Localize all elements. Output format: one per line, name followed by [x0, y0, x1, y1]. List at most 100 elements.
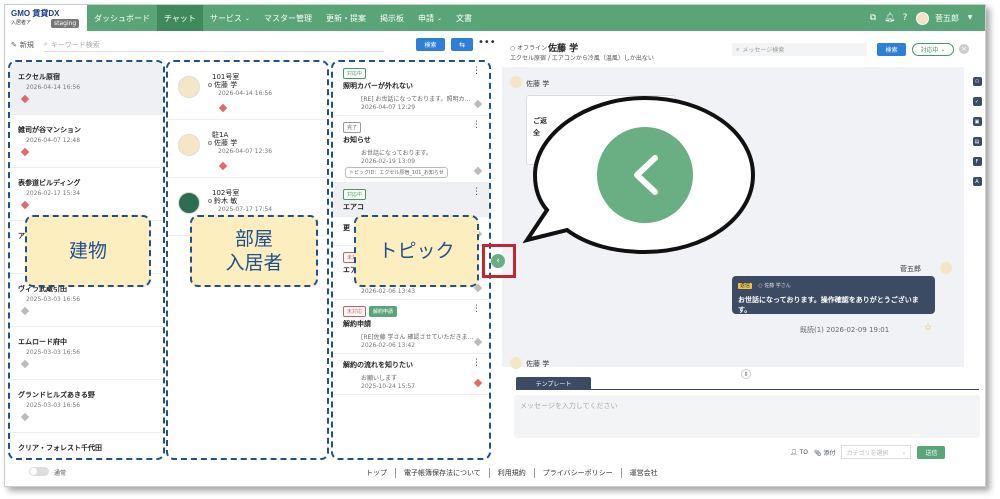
avatar — [510, 357, 522, 369]
flag-icon — [20, 306, 30, 316]
flag-icon — [218, 161, 228, 171]
room-item[interactable]: 101号室 佐藤 学 2026-04-14 16:56 — [168, 62, 327, 120]
building-item[interactable]: 表参道ビルディング 2026-02-17 15:34 — [10, 168, 163, 221]
building-item[interactable]: 雑司が谷マンション 2026-04-07 12:48 — [10, 115, 163, 168]
nav-item-3[interactable]: マスター管理 — [257, 5, 319, 31]
topic-item[interactable]: 完了 お知らせ お世話になっております。 2026-02-19 13:09 トピックID… — [333, 116, 489, 183]
resident-name: 佐藤 学 — [208, 138, 237, 148]
footer-link[interactable]: 利用規約 — [488, 468, 534, 478]
nav-item-5[interactable]: 掲示板 — [373, 5, 411, 31]
room-item[interactable]: 駐1A 佐藤 学 2026-04-07 12:36 — [168, 120, 327, 178]
send-button[interactable]: 送信 — [917, 445, 946, 459]
flag-icon — [20, 412, 30, 422]
kebab-menu-icon[interactable]: ⋮ — [472, 66, 481, 76]
building-name: グランドヒルズあきる野 — [18, 391, 95, 399]
topic-date: 2026-02-19 13:09 — [361, 158, 416, 165]
nav-item-7[interactable]: 文書 — [449, 5, 479, 31]
topic-item[interactable]: 対応中エアコ ⋮ — [333, 183, 489, 217]
kebab-menu-icon[interactable]: ⋮ — [472, 187, 481, 197]
filter-button[interactable]: ⇆ — [451, 38, 473, 51]
topic-preview: お願いします — [361, 375, 398, 382]
users-icon[interactable]: ⚇ — [972, 77, 982, 86]
ai-icon[interactable]: A — [972, 177, 982, 186]
building-item[interactable]: エクセル原宿 2026-04-14 16:56 — [10, 62, 163, 115]
kebab-menu-icon[interactable]: ⋮ — [472, 358, 481, 368]
topic-item[interactable]: 解約の流れを知りたい お願いします 2025-10-24 15:57 ⋮ — [333, 354, 489, 395]
keyword-search-input[interactable]: ⌕ キーワード検索 — [43, 39, 384, 52]
more-icon[interactable]: ••• — [478, 37, 496, 48]
nav-item-4[interactable]: 更新・提案 — [319, 5, 373, 31]
footer-link[interactable]: 運営会社 — [620, 468, 666, 478]
new-button[interactable]: ✎ 新規 — [11, 40, 34, 50]
nav-item-label: 申請 — [417, 13, 434, 23]
footer-link[interactable]: 電子帳簿保存法について — [395, 468, 489, 478]
window-icon[interactable]: ⧉ — [868, 13, 878, 23]
keyword-search-placeholder: キーワード検索 — [50, 40, 100, 49]
user-name[interactable]: 菅五郎 — [935, 13, 959, 24]
status-badge: 対応中 — [343, 189, 367, 200]
category-select[interactable]: カテゴリを選択 ⌄ — [841, 445, 912, 459]
mention-to-button[interactable]: 👤︎ TO — [790, 449, 808, 456]
divider — [516, 389, 979, 390]
checkbox-icon[interactable]: ✓ — [972, 97, 982, 106]
topic-date: 2026-04-07 12:29 — [361, 104, 416, 111]
footer-link[interactable]: トップ — [358, 468, 395, 478]
chevron-down-icon[interactable]: ▼ — [965, 13, 975, 23]
topic-title: 解約申請 — [343, 320, 371, 328]
message-search-input[interactable]: ⌕ メッセージ検索 — [732, 43, 867, 56]
topic-item[interactable]: 対応中 照明カバーが外れない [RE] お世話になっております。照明カ… 2026-0… — [333, 62, 489, 116]
bell-icon[interactable]: 🔔︎ — [884, 13, 895, 23]
logo[interactable]: GMO 賃貸DX 入居者ア staging — [5, 5, 87, 31]
footer-link[interactable]: プライバシーポリシー — [533, 468, 621, 478]
contact-card-icon[interactable]: ▣ — [972, 117, 982, 126]
resize-handle-icon[interactable]: ⇕ — [741, 369, 751, 379]
topic-title: エアコ — [343, 203, 364, 211]
status-select[interactable]: 対応中 ⌄ — [912, 43, 954, 56]
chevron-down-icon: ⌄ — [436, 14, 442, 22]
document-icon[interactable]: ▤ — [972, 137, 982, 146]
building-name: 雑司が谷マンション — [18, 126, 81, 134]
message-sender: 佐藤 学 — [526, 360, 550, 368]
flag-icon — [20, 359, 30, 369]
collapse-panel-button[interactable]: ‹ — [491, 254, 505, 268]
faq-icon[interactable]: F — [972, 157, 982, 166]
nav-item-2[interactable]: サービス ⌄ — [203, 5, 257, 31]
nav-item-1[interactable]: チャット — [157, 5, 203, 31]
resident-name: 佐藤 学 — [208, 80, 237, 90]
mode-toggle[interactable] — [29, 467, 49, 476]
callout-circle — [597, 127, 693, 223]
status-badge: 完了 — [343, 122, 362, 133]
annotation-rooms: 部屋 入居者 — [190, 215, 318, 287]
message-text: お世話になっております。操作確認をありがとうございます。 — [738, 296, 919, 314]
nav-item-0[interactable]: ダッシュボード — [87, 5, 157, 31]
help-icon[interactable]: ? — [900, 13, 910, 23]
topic-item[interactable]: 未対応 解約申請 解約申請 [RE]佐藤 学さん 確認させていただきま… 2026-02… — [333, 300, 489, 354]
attach-button[interactable]: 📎︎ 添付 — [814, 448, 836, 457]
user-avatar[interactable] — [916, 11, 929, 25]
kebab-menu-icon[interactable]: ⋮ — [472, 304, 481, 314]
avatar — [510, 76, 522, 88]
building-item[interactable]: グランドヒルズあきる野 2025-03-03 16:56 — [10, 380, 163, 433]
nav-item-6[interactable]: 申請 ⌄ — [411, 5, 449, 31]
presence-dot — [208, 141, 212, 145]
template-tab[interactable]: テンプレート — [516, 377, 591, 389]
star-icon[interactable]: ☆ — [924, 323, 932, 333]
top-nav: GMO 賃貸DX 入居者ア staging ダッシュボード チャット サービス ⌄ マス… — [5, 5, 985, 31]
search-button[interactable]: 検索 — [416, 38, 445, 51]
building-date: 2025-03-03 16:56 — [26, 349, 81, 356]
nav-item-label: 掲示板 — [379, 13, 404, 23]
building-date: 2026-04-07 12:48 — [26, 137, 81, 144]
topic-tags: 未対応 解約申請 — [343, 306, 489, 317]
edit-icon: ✎ — [11, 41, 17, 49]
message-search-button[interactable]: 検索 — [877, 43, 906, 56]
message-input[interactable]: メッセージを入力してください — [514, 395, 980, 438]
kebab-menu-icon[interactable]: ⋮ — [472, 120, 481, 130]
presence-status: ○ オフライン — [510, 45, 548, 52]
close-icon[interactable]: × — [959, 44, 969, 54]
app-window: GMO 賃貸DX 入居者ア staging ダッシュボード チャット サービス ⌄ マス… — [4, 4, 986, 487]
room-date: 2026-04-14 16:56 — [218, 90, 273, 97]
building-item[interactable]: エムロード府中 2025-03-03 16:56 — [10, 327, 163, 380]
flag-icon — [473, 166, 483, 176]
building-item[interactable]: クリア・フォレスト千代田 — [10, 433, 163, 458]
nav-item-label: ダッシュボード — [94, 13, 150, 23]
